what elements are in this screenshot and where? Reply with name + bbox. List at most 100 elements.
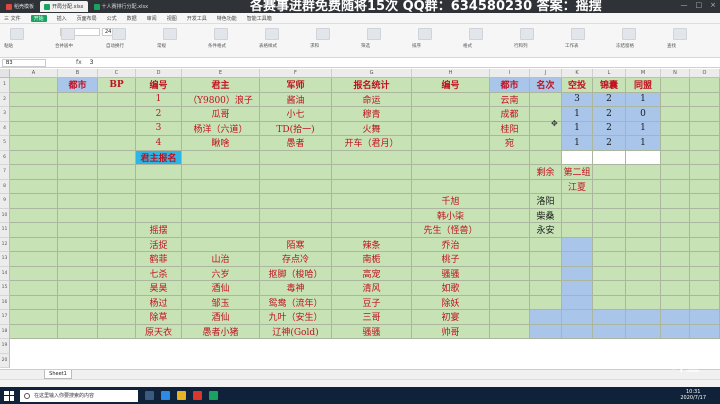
menu-item-8[interactable]: 开发工具 bbox=[187, 15, 207, 22]
sheet-cell[interactable] bbox=[98, 194, 136, 209]
sheet-cell[interactable] bbox=[690, 266, 720, 281]
sheet-cell[interactable] bbox=[690, 150, 720, 165]
sheet-cell[interactable] bbox=[136, 179, 182, 194]
sheet-cell[interactable]: 愚者 bbox=[260, 136, 332, 151]
sheet-cell[interactable] bbox=[490, 252, 530, 267]
sheet-cell[interactable]: 1 bbox=[136, 92, 182, 107]
sheet-cell[interactable] bbox=[490, 295, 530, 310]
sheet-cell[interactable] bbox=[562, 324, 593, 339]
name-box[interactable]: B3 bbox=[2, 58, 46, 67]
sheet-cell[interactable] bbox=[58, 121, 98, 136]
sheet-cell[interactable]: 抠脚（梭哈） bbox=[260, 266, 332, 281]
sheet-cell[interactable] bbox=[661, 179, 690, 194]
sheet-cell[interactable]: 1 bbox=[562, 121, 593, 136]
sheet-cell[interactable]: 鸳鸯（流年） bbox=[260, 295, 332, 310]
sheet-cell[interactable] bbox=[626, 179, 661, 194]
sheet-cell[interactable] bbox=[10, 165, 58, 180]
sheet-cell[interactable] bbox=[562, 208, 593, 223]
sheet-cell[interactable] bbox=[332, 194, 412, 209]
sheet-cell[interactable] bbox=[58, 136, 98, 151]
sheet-cell[interactable] bbox=[530, 295, 562, 310]
sheet-cell[interactable]: 2 bbox=[593, 107, 626, 122]
sheet-cell[interactable] bbox=[10, 136, 58, 151]
sheet-cell[interactable] bbox=[690, 310, 720, 325]
sheet-cell[interactable] bbox=[58, 194, 98, 209]
sheet-cell[interactable] bbox=[260, 150, 332, 165]
sheet-cell[interactable] bbox=[661, 223, 690, 238]
row-header[interactable]: 11 bbox=[0, 223, 10, 238]
sheet-cell[interactable] bbox=[626, 310, 661, 325]
sheet-cell[interactable]: 小七 bbox=[260, 107, 332, 122]
sheet-cell[interactable] bbox=[332, 165, 412, 180]
folder-icon[interactable] bbox=[177, 391, 186, 400]
sheet-cell[interactable]: 三哥 bbox=[332, 310, 412, 325]
sheet-cell[interactable] bbox=[58, 252, 98, 267]
sheet-cell[interactable] bbox=[412, 107, 490, 122]
sheet-cell[interactable] bbox=[58, 208, 98, 223]
sheet-cell[interactable] bbox=[562, 223, 593, 238]
sheet-cell[interactable]: 江夏 bbox=[562, 179, 593, 194]
ribbon-button-icon[interactable] bbox=[316, 28, 330, 40]
sheet-cell[interactable] bbox=[661, 92, 690, 107]
sheet-cell[interactable]: 柴桑 bbox=[530, 208, 562, 223]
sheet-cell[interactable] bbox=[661, 107, 690, 122]
sheet-cell[interactable]: 帅哥 bbox=[412, 324, 490, 339]
sheet-cell[interactable]: 4 bbox=[136, 136, 182, 151]
sheet-cell[interactable] bbox=[58, 179, 98, 194]
sheet-cell[interactable] bbox=[626, 194, 661, 209]
ribbon-button-icon[interactable] bbox=[265, 28, 279, 40]
sheet-cell[interactable] bbox=[690, 194, 720, 209]
row-header[interactable]: 17 bbox=[0, 310, 10, 325]
sheet-cell[interactable] bbox=[10, 208, 58, 223]
sheet-cell[interactable]: 清风 bbox=[332, 281, 412, 296]
sheet-cell[interactable] bbox=[98, 136, 136, 151]
minimize-button[interactable]: — bbox=[681, 1, 688, 9]
sheet-cell[interactable]: 永安 bbox=[530, 223, 562, 238]
menu-item-6[interactable]: 审阅 bbox=[147, 15, 157, 22]
sheet-cell[interactable]: 剩余 bbox=[530, 165, 562, 180]
sheet-cell[interactable] bbox=[260, 223, 332, 238]
sheet-cell[interactable]: 穆青 bbox=[332, 107, 412, 122]
sheet-cell[interactable] bbox=[661, 78, 690, 93]
column-header[interactable]: G bbox=[332, 69, 412, 78]
sheet-cell[interactable]: 初宴 bbox=[412, 310, 490, 325]
sheet-cell[interactable] bbox=[661, 165, 690, 180]
sheet-cell[interactable] bbox=[530, 324, 562, 339]
sheet-cell[interactable] bbox=[593, 165, 626, 180]
column-title-cell[interactable]: 编号 bbox=[412, 78, 490, 93]
sheet-cell[interactable] bbox=[690, 78, 720, 93]
sheet-cell[interactable] bbox=[661, 150, 690, 165]
maximize-button[interactable]: □ bbox=[696, 1, 703, 9]
sheet-cell[interactable] bbox=[58, 107, 98, 122]
sheet-cell[interactable] bbox=[661, 266, 690, 281]
sheet-cell[interactable] bbox=[98, 107, 136, 122]
sheet-cell[interactable] bbox=[530, 179, 562, 194]
sheet-cell[interactable]: 2 bbox=[593, 92, 626, 107]
ribbon-button-icon[interactable] bbox=[61, 28, 75, 40]
sheet-cell[interactable] bbox=[182, 223, 260, 238]
select-all-corner[interactable] bbox=[0, 69, 10, 78]
row-header[interactable]: 14 bbox=[0, 266, 10, 281]
sheet-cell[interactable]: 邹玉 bbox=[182, 295, 260, 310]
sheet-cell[interactable]: 南栀 bbox=[332, 252, 412, 267]
ribbon-button-icon[interactable] bbox=[520, 28, 534, 40]
sheet-cell[interactable]: 酒仙 bbox=[182, 310, 260, 325]
sheet-cell[interactable] bbox=[412, 121, 490, 136]
sheet-cell[interactable] bbox=[661, 324, 690, 339]
ribbon-button-icon[interactable] bbox=[112, 28, 126, 40]
sheet-cell[interactable] bbox=[98, 324, 136, 339]
sheet-cell[interactable]: 1 bbox=[562, 107, 593, 122]
sheet-cell[interactable] bbox=[490, 208, 530, 223]
sheet-cell[interactable] bbox=[136, 208, 182, 223]
sheet-cell[interactable]: 宛 bbox=[490, 136, 530, 151]
sheet-cell[interactable]: 2 bbox=[136, 107, 182, 122]
sheet-cell[interactable] bbox=[98, 165, 136, 180]
ribbon-button-icon[interactable] bbox=[163, 28, 177, 40]
sheet-cell[interactable] bbox=[332, 223, 412, 238]
sheet-cell[interactable] bbox=[562, 266, 593, 281]
sheet-cell[interactable] bbox=[562, 150, 593, 165]
column-title-cell[interactable]: 君主 bbox=[182, 78, 260, 93]
sheet-cell[interactable] bbox=[661, 194, 690, 209]
sheet-cell[interactable] bbox=[690, 107, 720, 122]
column-title-cell[interactable]: 编号 bbox=[136, 78, 182, 93]
